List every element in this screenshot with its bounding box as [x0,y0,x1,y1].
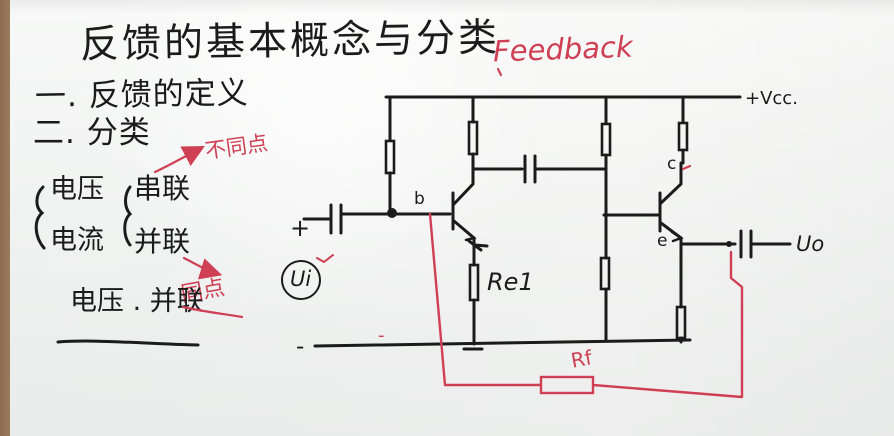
second-transistor-collector [659,161,683,205]
left-brace-mark [34,185,46,250]
feedback-wire-from-base [428,212,543,387]
ui-red-tick [316,254,334,263]
collector-red-tick [681,164,692,171]
drawing-overlay [34,67,792,399]
second-collector-resistor [677,121,689,152]
divider-lower-resistor [599,256,611,291]
whiteboard-scene: 反馈的基本概念与分类 Feedback 一. 反馈的定义 二. 分类 电压 电流… [0,0,894,436]
bias-resistor [384,139,396,175]
feedback-resistor [539,375,595,395]
different-point-arrow [153,145,205,174]
divider-upper-resistor [600,122,612,157]
first-transistor-collector [452,166,475,206]
title-english-underline [496,67,503,77]
base-junction-dot [387,208,397,218]
first-collector-resistor [467,120,479,156]
same-point-arrow [182,256,223,280]
right-brace-mark [123,185,133,247]
combination-underline [56,339,200,347]
second-emitter-resistor [675,305,687,340]
output-node-dot [726,241,732,247]
same-point-underline [181,305,244,319]
first-emitter-node-mark [467,239,489,252]
ground-rail [313,338,692,348]
emitter-resistor [468,263,480,302]
feedback-wire-to-output [591,250,744,399]
